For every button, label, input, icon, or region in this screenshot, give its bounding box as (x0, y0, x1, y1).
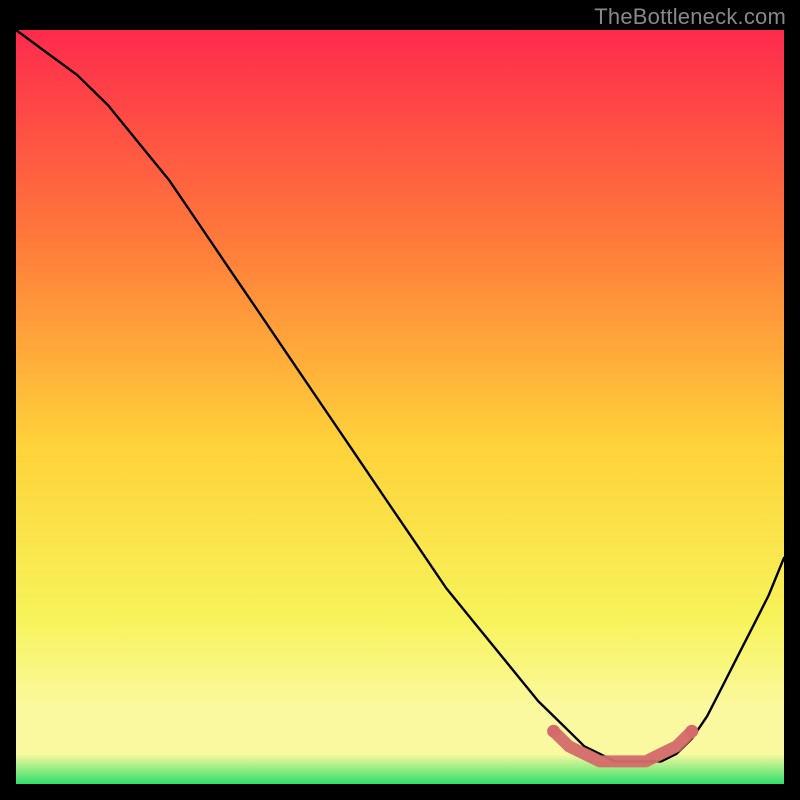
chart-stage: TheBottleneck.com (0, 0, 800, 800)
bottleneck-chart (0, 0, 800, 800)
flat-bottom-dot (685, 725, 698, 738)
plot-background (16, 30, 784, 784)
watermark-text: TheBottleneck.com (594, 4, 786, 30)
flat-bottom-dot (547, 725, 560, 738)
